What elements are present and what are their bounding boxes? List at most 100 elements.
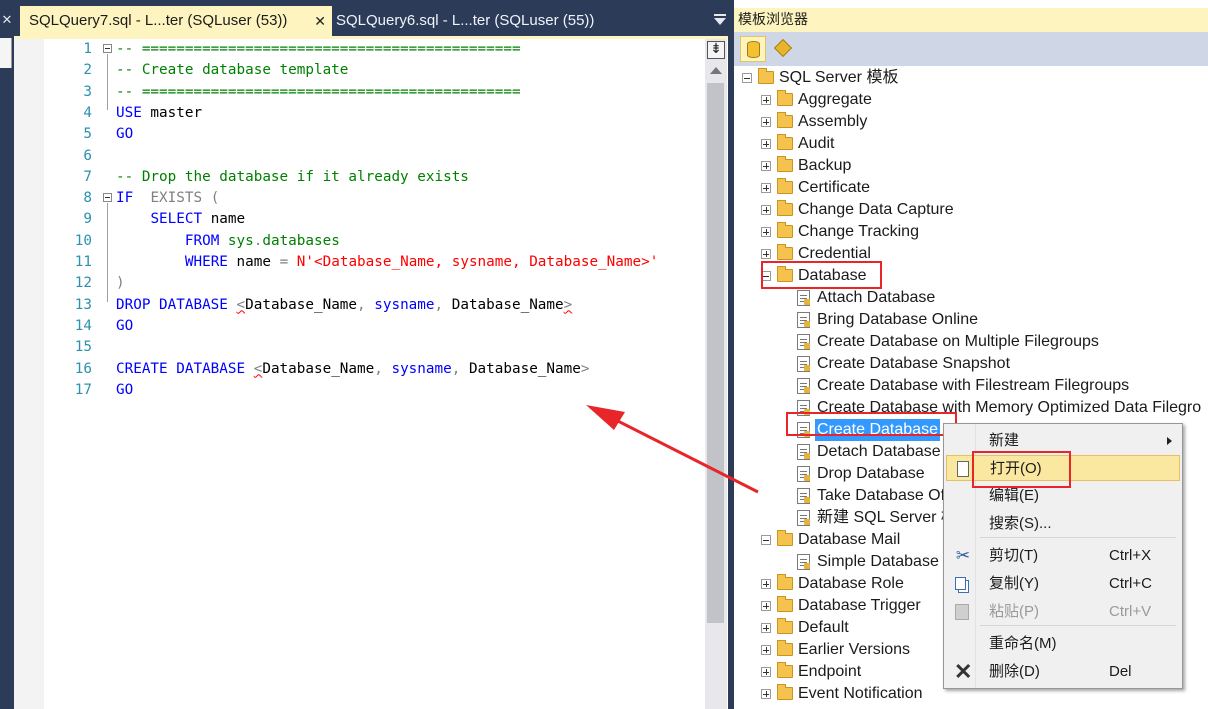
tree-item-label: Detach Database	[817, 443, 941, 460]
expand-icon[interactable]	[761, 689, 771, 699]
tab-close-icon[interactable]: ✕	[314, 6, 326, 36]
tree-template-item[interactable]: Bring Database Online	[734, 309, 1208, 331]
expand-icon[interactable]	[761, 645, 771, 655]
folder-icon	[777, 200, 793, 216]
tree-item-label: Aggregate	[798, 91, 872, 108]
expand-icon[interactable]	[761, 227, 771, 237]
code-token: FROM	[184, 232, 220, 249]
code-token: ,	[434, 296, 444, 313]
menu-item[interactable]: ✂ 剪切(T) Ctrl+X	[946, 543, 1180, 569]
menu-item[interactable]: ✕ 删除(D) Del	[946, 659, 1180, 685]
collapse-icon[interactable]	[103, 193, 112, 203]
line-number: 1	[83, 41, 92, 57]
expand-icon[interactable]	[761, 161, 771, 171]
code-token: name	[227, 254, 280, 270]
line-number: 14	[74, 317, 92, 334]
collapse-icon[interactable]	[761, 535, 771, 545]
tree-folder[interactable]: Backup	[734, 155, 1208, 177]
code-token: sysname	[391, 360, 452, 377]
tree-template-item[interactable]: Attach Database	[734, 287, 1208, 309]
code-line[interactable]: 2 -- Create database template	[14, 60, 704, 81]
menu-item-label: 重命名(M)	[989, 635, 1057, 652]
expand-icon[interactable]	[761, 667, 771, 677]
expand-icon[interactable]	[761, 579, 771, 589]
code-token: EXISTS (	[150, 190, 220, 207]
collapse-icon[interactable]	[742, 73, 752, 83]
panel-title: 模板浏览器	[734, 8, 1208, 32]
tab-sqlquery6[interactable]: SQLQuery6.sql - L...ter (SQLuser (55))	[336, 6, 594, 36]
tree-template-item[interactable]: Create Database on Multiple Filegroups	[734, 331, 1208, 353]
code-line[interactable]: 4 USE master	[14, 103, 704, 124]
tree-template-item[interactable]: Create Database Snapshot	[734, 353, 1208, 375]
analysis-services-templates-button[interactable]	[770, 36, 796, 62]
sql-server-templates-button[interactable]	[740, 36, 766, 62]
collapsed-panel[interactable]	[0, 38, 12, 68]
code-line[interactable]: 9 SELECT name	[14, 209, 704, 230]
code-token: GO	[116, 381, 134, 398]
scissors-icon: ✂	[955, 546, 971, 565]
code-line[interactable]: 6	[14, 146, 704, 167]
expand-icon[interactable]	[761, 139, 771, 149]
code-line[interactable]: 12)	[14, 273, 704, 294]
tree-item-label: Certificate	[798, 179, 871, 196]
tree-item-label: Change Tracking	[798, 223, 919, 240]
split-window-icon[interactable]: ⇟	[707, 41, 725, 59]
code-line[interactable]: 7 -- Drop the database if it already exis…	[14, 167, 704, 188]
tree-folder[interactable]: Aggregate	[734, 89, 1208, 111]
tree-folder[interactable]: Change Tracking	[734, 221, 1208, 243]
code-text: FROM sys.databases	[116, 231, 340, 251]
tree-root[interactable]: SQL Server 模板	[734, 67, 1208, 89]
menu-item[interactable]: 粘贴(P) Ctrl+V	[946, 599, 1180, 625]
line-number: 13	[74, 296, 92, 313]
close-icon[interactable]: ✕	[0, 10, 14, 32]
code-token: Database_Name	[443, 296, 564, 313]
expand-icon[interactable]	[761, 205, 771, 215]
code-line[interactable]: 16 CREATE DATABASE <Database_Name, sysnam…	[14, 359, 704, 380]
expand-icon[interactable]	[761, 183, 771, 193]
code-token: Database_Name	[460, 360, 581, 377]
editor-vertical-scrollbar[interactable]: ⇟	[705, 39, 727, 709]
tree-folder[interactable]: Audit	[734, 133, 1208, 155]
expand-icon[interactable]	[761, 249, 771, 259]
code-token: )	[116, 275, 125, 292]
code-line[interactable]: 13 DROP DATABASE <Database_Name, sysname,…	[14, 295, 704, 316]
expand-icon[interactable]	[761, 95, 771, 105]
code-line[interactable]: 17 GO	[14, 380, 704, 401]
line-number: 4	[83, 104, 92, 121]
code-line[interactable]: 10 FROM sys.databases	[14, 231, 704, 252]
template-file-icon	[797, 312, 810, 328]
menu-item[interactable]: 重命名(M)	[946, 631, 1180, 657]
code-line[interactable]: 3 -- ====================================…	[14, 82, 704, 103]
code-line[interactable]: 8 IF EXISTS (	[14, 188, 704, 209]
tree-item-label: Audit	[798, 135, 835, 152]
folder-icon	[777, 90, 793, 106]
menu-item[interactable]: 复制(Y) Ctrl+C	[946, 571, 1180, 597]
code-line[interactable]: 1 -- ====================================…	[14, 39, 704, 60]
code-line[interactable]: 5 GO	[14, 124, 704, 145]
tree-folder[interactable]: Assembly	[734, 111, 1208, 133]
menu-item-label: 删除(D)	[989, 663, 1040, 680]
expand-icon[interactable]	[761, 601, 771, 611]
tree-folder[interactable]: Certificate	[734, 177, 1208, 199]
scroll-up-icon[interactable]	[710, 67, 722, 74]
tab-sqlquery7[interactable]: SQLQuery7.sql - L...ter (SQLuser (53)) ✕	[20, 6, 332, 36]
code-text: -- =====================================…	[116, 39, 521, 59]
menu-item[interactable]: 搜索(S)...	[946, 511, 1180, 537]
template-file-icon	[797, 466, 810, 482]
template-file-icon	[797, 444, 810, 460]
tree-item-label: Endpoint	[798, 663, 862, 680]
tree-item-label: Database Trigger	[798, 597, 921, 614]
code-line[interactable]: 11 WHERE name = N'<Database_Name, sysnam…	[14, 252, 704, 273]
tree-folder[interactable]: Change Data Capture	[734, 199, 1208, 221]
tab-list-dropdown-icon[interactable]	[714, 14, 726, 25]
expand-icon[interactable]	[761, 117, 771, 127]
code-line[interactable]: 14 GO	[14, 316, 704, 337]
scroll-thumb[interactable]	[707, 83, 724, 623]
code-line[interactable]: 15	[14, 337, 704, 358]
expand-icon[interactable]	[761, 623, 771, 633]
collapse-icon[interactable]	[103, 44, 112, 53]
tab-label: SQLQuery7.sql - L...ter (SQLuser (53))	[29, 12, 288, 29]
tree-template-item[interactable]: Create Database with Filestream Filegrou…	[734, 375, 1208, 397]
